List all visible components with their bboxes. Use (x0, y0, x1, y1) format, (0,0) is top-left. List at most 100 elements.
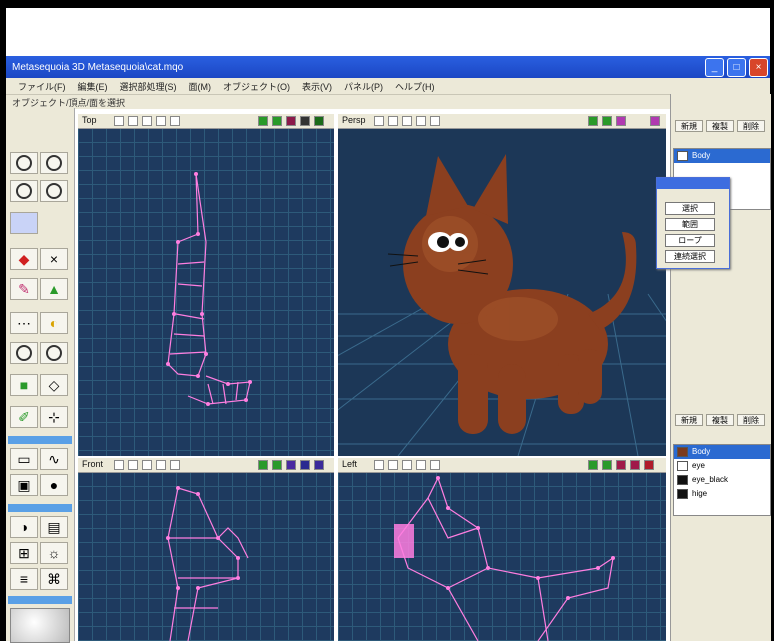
extrude-icon[interactable]: ▲ (40, 278, 68, 300)
view-icon[interactable] (128, 460, 138, 470)
smooth-icon[interactable] (10, 342, 38, 364)
color-icon[interactable] (286, 460, 296, 470)
view-icon[interactable] (114, 116, 124, 126)
vertex-add-icon[interactable]: ◆ (10, 248, 38, 270)
layer-icon[interactable]: ≡ (10, 568, 38, 590)
color-icon[interactable] (616, 116, 626, 126)
viewport-persp[interactable]: Persp (338, 114, 666, 456)
green-icon[interactable] (258, 460, 268, 470)
view-icon[interactable] (388, 116, 398, 126)
tool-group-header-3[interactable] (8, 596, 72, 604)
popup-select-button[interactable]: 選択 (665, 202, 715, 215)
texture-icon[interactable]: ▤ (40, 516, 68, 538)
view-icon[interactable] (142, 116, 152, 126)
menu-file[interactable]: ファイル(F) (18, 80, 66, 93)
pan-icon[interactable] (40, 180, 68, 202)
color-icon[interactable] (650, 116, 660, 126)
view-icon[interactable] (128, 116, 138, 126)
view-icon[interactable] (142, 460, 152, 470)
paint-icon[interactable]: ✐ (10, 406, 38, 428)
material-delete-button[interactable]: 削除 (737, 414, 765, 426)
color-icon[interactable] (616, 460, 626, 470)
green-icon[interactable] (258, 116, 268, 126)
green-icon[interactable] (588, 116, 598, 126)
popup-rope-button[interactable]: ロープ (665, 234, 715, 247)
curve-icon[interactable]: ∿ (40, 448, 68, 470)
object-copy-button[interactable]: 複製 (706, 120, 734, 132)
material-row[interactable]: Body (674, 445, 770, 459)
script-icon[interactable]: ⌘ (40, 568, 68, 590)
delete-icon[interactable]: × (40, 248, 68, 270)
knife-icon[interactable]: ✎ (10, 278, 38, 300)
view-icon[interactable] (416, 460, 426, 470)
sphere-icon[interactable]: ● (40, 474, 68, 496)
menu-panel[interactable]: パネル(P) (344, 80, 383, 93)
view-icon[interactable] (374, 460, 384, 470)
zoom-icon[interactable] (10, 180, 38, 202)
popup-continuous-button[interactable]: 連続選択 (665, 250, 715, 263)
object-row[interactable]: Body (674, 149, 770, 163)
minimize-button[interactable]: _ (705, 58, 724, 77)
object-new-button[interactable]: 新規 (675, 120, 703, 132)
material-row[interactable]: eye (674, 459, 770, 473)
view-icon[interactable] (402, 116, 412, 126)
uv-icon[interactable]: ⊞ (10, 542, 38, 564)
view-icon[interactable] (170, 116, 180, 126)
viewport-front[interactable]: Front (78, 458, 334, 641)
material-icon[interactable]: ◑ (10, 516, 38, 538)
material-row[interactable]: hige (674, 487, 770, 501)
green-icon[interactable] (272, 460, 282, 470)
view-icon[interactable] (374, 116, 384, 126)
menu-object[interactable]: オブジェクト(O) (223, 80, 290, 93)
color-icon[interactable] (314, 460, 324, 470)
green-icon[interactable] (272, 116, 282, 126)
view-icon[interactable] (170, 460, 180, 470)
window-titlebar[interactable]: Metasequoia 3D Metasequoia\cat.mqo _ □ × (6, 56, 770, 78)
viewport-left[interactable]: Left (338, 458, 666, 641)
popup-range-button[interactable]: 範囲 (665, 218, 715, 231)
color-icon[interactable] (300, 116, 310, 126)
color-icon[interactable] (286, 116, 296, 126)
green-icon[interactable] (588, 460, 598, 470)
color-icon[interactable] (314, 116, 324, 126)
view-icon[interactable] (388, 460, 398, 470)
menu-edit[interactable]: 編集(E) (78, 80, 108, 93)
popup-titlebar[interactable] (657, 178, 729, 189)
material-row[interactable]: eye_black (674, 473, 770, 487)
light-icon[interactable]: ☼ (40, 542, 68, 564)
color-icon[interactable] (644, 460, 654, 470)
snap-icon[interactable]: ⊹ (40, 406, 68, 428)
menu-selection[interactable]: 選択部処理(S) (120, 80, 177, 93)
cube-icon[interactable]: ▣ (10, 474, 38, 496)
green-icon[interactable] (602, 460, 612, 470)
mirror-icon[interactable] (40, 342, 68, 364)
view-icon[interactable] (156, 460, 166, 470)
view-icon[interactable] (430, 116, 440, 126)
menu-view[interactable]: 表示(V) (302, 80, 332, 93)
viewport-top[interactable]: Top (78, 114, 334, 456)
lathe-icon[interactable]: ◇ (40, 374, 68, 396)
move-tool-icon[interactable] (10, 212, 38, 234)
weld-icon[interactable]: ⋯ (10, 312, 38, 334)
object-delete-button[interactable]: 削除 (737, 120, 765, 132)
view-icon[interactable] (416, 116, 426, 126)
tool-group-header-2[interactable] (8, 504, 72, 512)
view-icon[interactable] (156, 116, 166, 126)
tool-group-header[interactable] (8, 436, 72, 444)
primitive-icon[interactable]: ▭ (10, 448, 38, 470)
green-icon[interactable] (602, 116, 612, 126)
material-new-button[interactable]: 新規 (675, 414, 703, 426)
visibility-icon[interactable] (677, 151, 688, 161)
view-icon[interactable] (402, 460, 412, 470)
magnet-icon[interactable]: ■ (10, 374, 38, 396)
color-icon[interactable] (300, 460, 310, 470)
close-button[interactable]: × (749, 58, 768, 77)
bevel-icon[interactable]: ◐ (40, 312, 68, 334)
rotate-view-icon[interactable] (10, 152, 38, 174)
menu-help[interactable]: ヘルプ(H) (395, 80, 435, 93)
color-icon[interactable] (630, 460, 640, 470)
material-copy-button[interactable]: 複製 (706, 414, 734, 426)
menu-face[interactable]: 面(M) (189, 80, 212, 93)
view-icon[interactable] (114, 460, 124, 470)
view-icon[interactable] (430, 460, 440, 470)
